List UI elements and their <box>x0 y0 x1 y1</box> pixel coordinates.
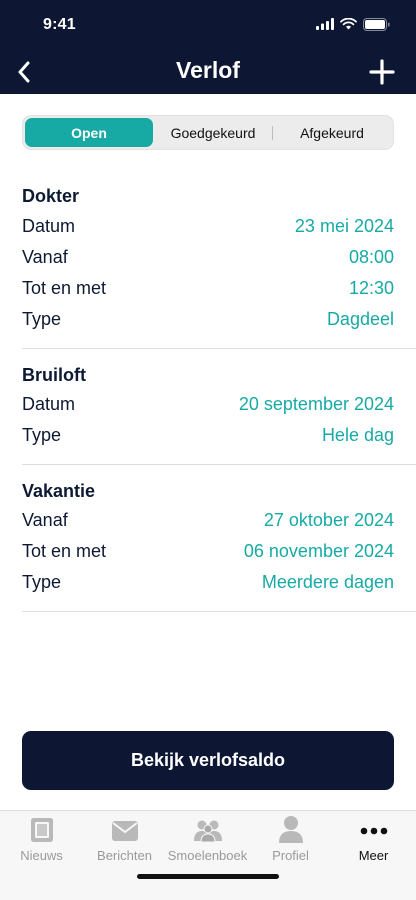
field-value: 20 september 2024 <box>238 394 394 414</box>
field-label: Vanaf <box>22 247 68 267</box>
tab-approved[interactable]: Goedgekeurd <box>155 118 271 147</box>
signal-icon <box>316 18 334 30</box>
field-value: 12:30 <box>348 278 394 298</box>
tab-label: Profiel <box>272 848 309 863</box>
add-leave-button[interactable] <box>366 56 398 88</box>
field-label: Type <box>22 309 62 329</box>
field-label: Tot en met <box>22 541 107 561</box>
tab-open[interactable]: Open <box>25 118 153 147</box>
tab-berichten[interactable]: Berichten <box>83 811 166 871</box>
field-value: Dagdeel <box>326 309 394 329</box>
wifi-icon <box>340 18 357 30</box>
people-icon <box>193 820 222 843</box>
view-leave-balance-button[interactable]: Bekijk verlofsaldo <box>22 731 394 790</box>
field-label: Tot en met <box>22 278 107 298</box>
field-value: 23 mei 2024 <box>294 216 394 236</box>
card-divider <box>22 611 416 612</box>
tab-label: Meer <box>358 848 389 863</box>
page-title: Verlof <box>176 57 240 83</box>
field-value: 27 oktober 2024 <box>263 510 394 530</box>
nav-bar: Verlof <box>0 50 416 94</box>
tab-smoelenboek[interactable]: Smoelenboek <box>166 811 249 871</box>
leave-title: Bruiloft <box>22 365 86 385</box>
status-bar: 9:41 <box>0 0 416 50</box>
leave-title: Vakantie <box>22 481 96 501</box>
tab-label: Smoelenboek <box>167 848 248 863</box>
tab-nieuws[interactable]: Nieuws <box>0 811 83 871</box>
battery-icon <box>363 17 390 31</box>
tab-rejected[interactable]: Afgekeurd <box>273 118 391 147</box>
newspaper-icon <box>30 818 53 842</box>
field-label: Type <box>22 425 62 445</box>
envelope-icon <box>111 821 138 841</box>
field-value: 08:00 <box>348 247 394 267</box>
card-divider <box>22 464 416 465</box>
card-divider <box>22 348 416 349</box>
leave-title: Dokter <box>22 186 80 206</box>
tab-label: Berichten <box>97 848 152 863</box>
field-label: Datum <box>22 394 76 414</box>
field-value: Hele dag <box>321 425 394 445</box>
field-label: Vanaf <box>22 510 68 530</box>
status-icons <box>316 17 390 31</box>
more-dots-icon <box>360 827 387 835</box>
field-label: Datum <box>22 216 76 236</box>
field-value: Meerdere dagen <box>261 572 394 592</box>
tab-profiel[interactable]: Profiel <box>249 811 332 871</box>
person-icon <box>278 816 303 843</box>
bottom-tab-bar: Nieuws Berichten Smoelenboek Profiel Mee… <box>0 810 416 900</box>
app-header: 9:41 Verlof <box>0 0 416 94</box>
status-time: 9:41 <box>43 16 76 33</box>
tab-meer[interactable]: Meer <box>332 811 415 871</box>
field-value: 06 november 2024 <box>243 541 394 561</box>
field-label: Type <box>22 572 62 592</box>
tab-label: Nieuws <box>20 848 63 863</box>
home-indicator[interactable] <box>137 874 279 879</box>
plus-icon <box>369 59 395 85</box>
status-filter-segmented-control: Open Goedgekeurd Afgekeurd <box>22 115 394 150</box>
